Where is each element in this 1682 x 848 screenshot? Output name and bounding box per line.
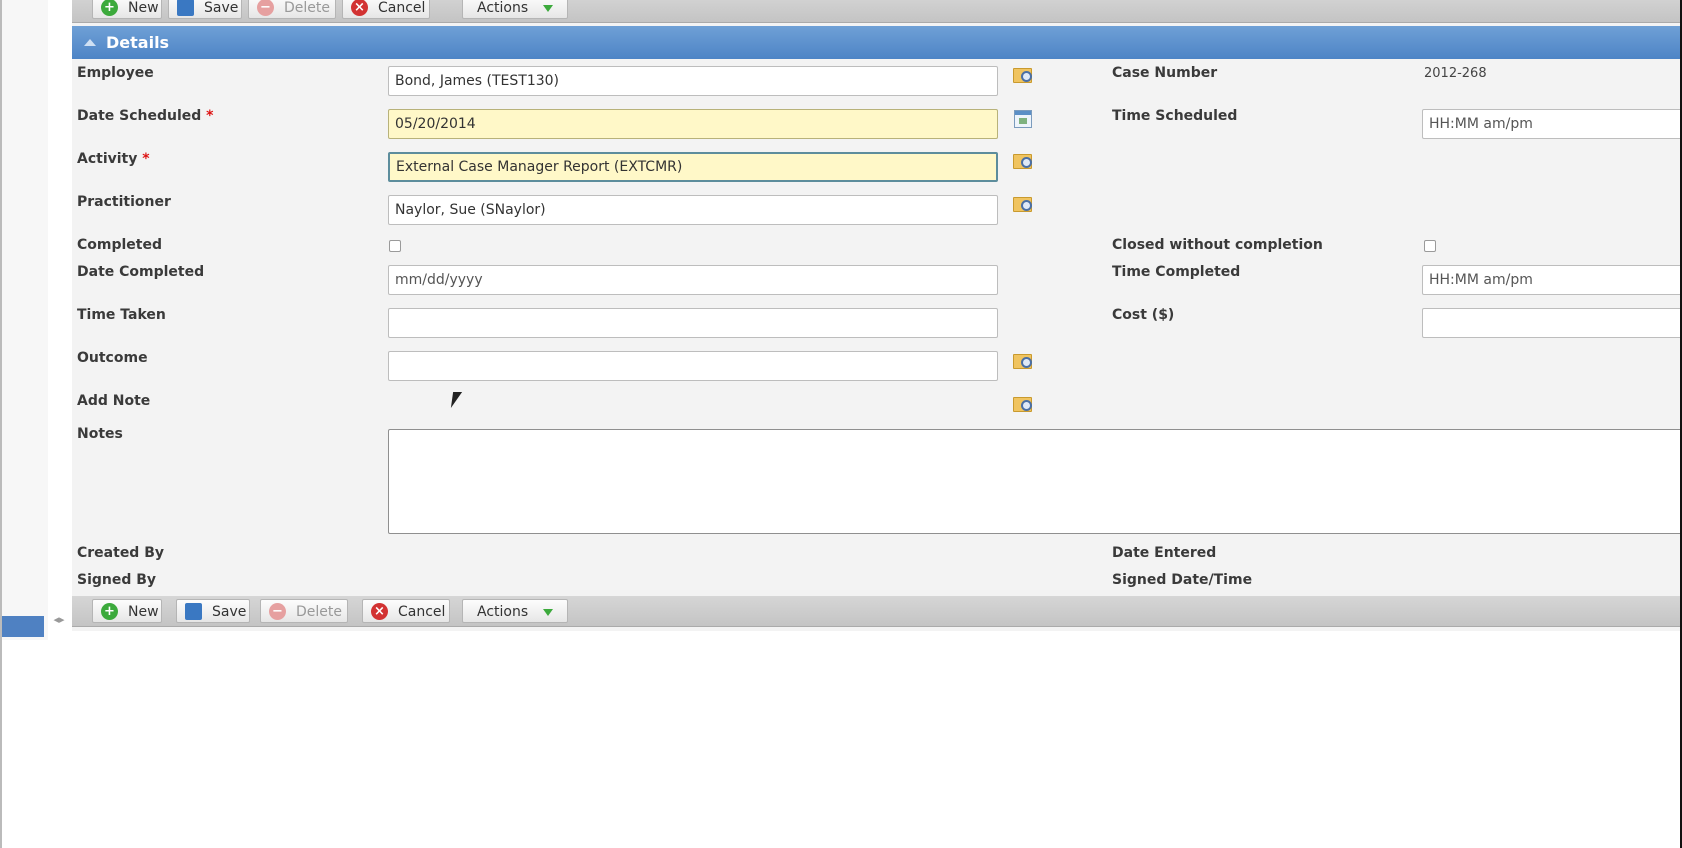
details-section-header[interactable]: Details [72,26,1682,59]
date-entered-label: Date Entered [1112,545,1217,561]
outcome-lookup-icon[interactable] [1013,352,1033,370]
notes-label: Notes [77,426,123,442]
cost-field[interactable] [1422,308,1682,338]
bottom-toolbar: + New Save − Delete × Cancel Actions [72,596,1682,627]
new-button-label: New [128,604,159,620]
actions-button-label: Actions [477,604,529,620]
search-icon [1021,200,1032,211]
closed-without-completion-checkbox[interactable] [1424,240,1436,252]
created-by-label: Created By [77,545,165,561]
save-button-label: Save [204,0,239,16]
practitioner-lookup-icon[interactable] [1013,195,1033,213]
save-button[interactable]: Save [168,0,242,19]
date-scheduled-field[interactable]: 05/20/2014 [388,109,998,139]
date-completed-placeholder: mm/dd/yyyy [395,272,483,288]
cancel-button-label: Cancel [378,0,426,16]
calendar-icon[interactable] [1014,110,1032,128]
save-button[interactable]: Save [176,599,250,623]
new-button-label: New [128,0,159,16]
case-number-label: Case Number [1112,65,1218,81]
top-toolbar: + New Save − Delete × Cancel Actions [72,0,1682,23]
floppy-disk-icon [177,0,194,16]
date-scheduled-label: Date Scheduled * [77,108,213,124]
outcome-field[interactable] [388,351,998,381]
time-scheduled-placeholder: HH:MM am/pm [1429,116,1533,132]
add-note-lookup-icon[interactable] [1013,395,1033,413]
cost-label: Cost ($) [1112,307,1175,323]
left-navigation-pane [2,0,48,640]
splitter-arrows-icon[interactable]: ◂▸ [48,610,70,630]
activity-lookup-icon[interactable] [1013,152,1033,170]
signed-by-label: Signed By [77,572,157,588]
actions-button-label: Actions [477,0,529,16]
save-button-label: Save [212,604,247,620]
notes-textarea[interactable] [388,429,1682,534]
plus-icon: + [101,0,118,16]
employee-lookup-icon[interactable] [1013,66,1033,84]
chevron-down-icon [543,609,553,616]
time-scheduled-field[interactable]: HH:MM am/pm [1422,109,1682,139]
close-icon: × [371,603,388,620]
time-completed-placeholder: HH:MM am/pm [1429,272,1533,288]
employee-label: Employee [77,65,154,81]
search-icon [1021,357,1032,368]
activity-field[interactable]: External Case Manager Report (EXTCMR) [388,152,998,182]
date-completed-field[interactable]: mm/dd/yyyy [388,265,998,295]
new-button[interactable]: + New [92,599,162,623]
practitioner-label: Practitioner [77,194,171,210]
practitioner-field[interactable]: Naylor, Sue (SNaylor) [388,195,998,225]
cancel-button[interactable]: × Cancel [342,0,430,19]
time-completed-label: Time Completed [1112,264,1241,280]
left-pane-selected-tab[interactable] [2,616,44,637]
case-number-value: 2012-268 [1424,66,1487,81]
plus-icon: + [101,603,118,620]
completed-label: Completed [77,237,163,253]
date-scheduled-label-text: Date Scheduled [77,108,202,124]
actions-dropdown[interactable]: Actions [462,599,568,623]
add-note-label: Add Note [77,393,151,409]
cancel-button-label: Cancel [398,604,446,620]
details-title: Details [106,33,170,52]
floppy-disk-icon [185,603,202,620]
actions-dropdown[interactable]: Actions [462,0,568,19]
collapse-triangle-icon[interactable] [84,39,96,46]
activity-label-text: Activity [77,151,138,167]
time-scheduled-label: Time Scheduled [1112,108,1238,124]
required-marker: * [142,151,150,167]
delete-button-label: Delete [284,0,330,16]
minus-icon: − [269,603,286,620]
time-taken-label: Time Taken [77,307,166,323]
delete-button[interactable]: − Delete [248,0,336,19]
employee-field[interactable]: Bond, James (TEST130) [388,66,998,96]
date-completed-label: Date Completed [77,264,205,280]
minus-icon: − [257,0,274,16]
closed-without-completion-label: Closed without completion [1112,237,1323,253]
delete-button[interactable]: − Delete [260,599,348,623]
outcome-label: Outcome [77,350,148,366]
completed-checkbox[interactable] [389,240,401,252]
search-icon [1021,400,1032,411]
search-icon [1021,71,1032,82]
cancel-button[interactable]: × Cancel [362,599,450,623]
signed-datetime-label: Signed Date/Time [1112,572,1253,588]
time-taken-field[interactable] [388,308,998,338]
delete-button-label: Delete [296,604,342,620]
required-marker: * [206,108,214,124]
time-completed-field[interactable]: HH:MM am/pm [1422,265,1682,295]
new-button[interactable]: + New [92,0,162,19]
close-icon: × [351,0,368,16]
activity-label: Activity * [77,151,150,167]
search-icon [1021,157,1032,168]
chevron-down-icon [543,5,553,12]
